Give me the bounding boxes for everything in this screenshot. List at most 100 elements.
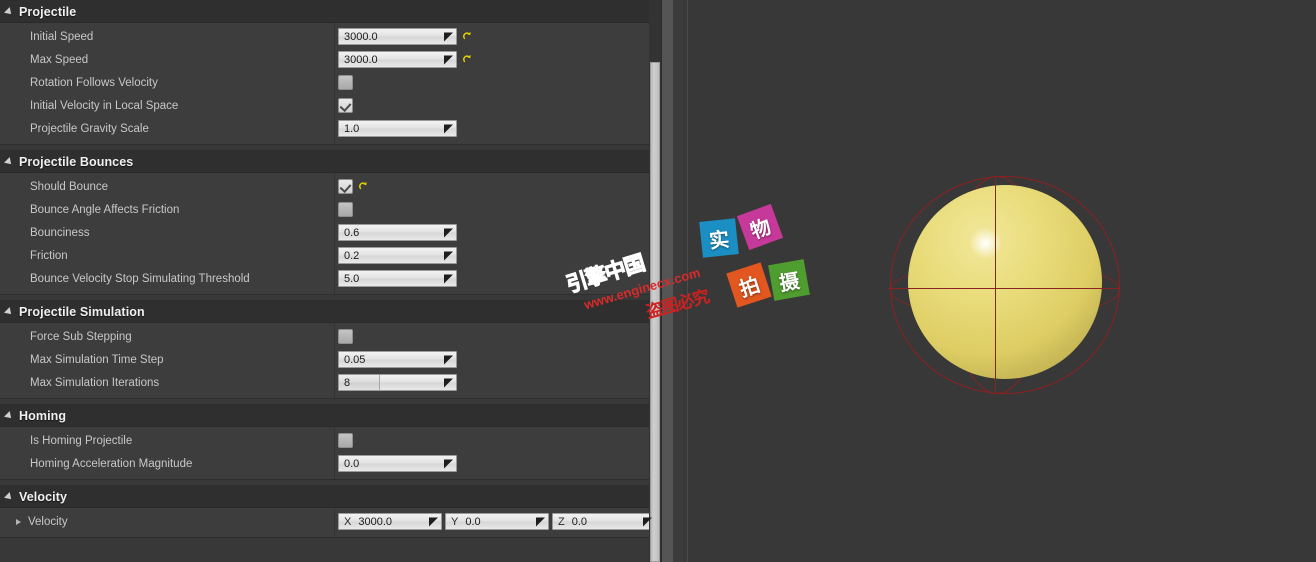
category-header[interactable]: Projectile xyxy=(0,1,660,23)
property-value-cell: 1.0 xyxy=(334,120,660,137)
checkbox-unchecked[interactable] xyxy=(338,329,353,344)
numeric-input[interactable]: 0.6 xyxy=(338,224,457,241)
property-row[interactable]: Projectile Gravity Scale 1.0 xyxy=(0,117,660,140)
spinner-drag-icon[interactable] xyxy=(444,251,453,260)
collapse-arrow-icon[interactable] xyxy=(4,491,14,502)
property-label-text: Should Bounce xyxy=(30,180,109,193)
spinner-drag-icon[interactable] xyxy=(444,459,453,468)
spinner-drag-icon[interactable] xyxy=(444,274,453,283)
reset-to-default-icon[interactable] xyxy=(461,31,472,43)
numeric-input[interactable]: 3000.0 xyxy=(338,28,457,45)
property-row[interactable]: Bounce Angle Affects Friction xyxy=(0,198,660,221)
property-category: Homing Is Homing Projectile Homing Acceler… xyxy=(0,404,660,480)
spinner-drag-icon[interactable] xyxy=(643,517,652,526)
spinner-drag-icon[interactable] xyxy=(444,124,453,133)
property-row[interactable]: Velocity X 3000.0 Y 0.0 Z 0.0 xyxy=(0,510,660,533)
category-body: Initial Speed 3000.0 Max Speed 3000.0 Rotati… xyxy=(0,23,660,144)
property-label-text: Velocity xyxy=(28,515,68,528)
property-value-cell xyxy=(334,179,660,194)
property-value-cell xyxy=(334,75,660,90)
vector-component-x[interactable]: X 3000.0 xyxy=(338,513,442,530)
property-row[interactable]: Initial Velocity in Local Space xyxy=(0,94,660,117)
property-row[interactable]: Is Homing Projectile xyxy=(0,429,660,452)
collapse-arrow-icon[interactable] xyxy=(4,156,14,167)
property-value-cell xyxy=(334,329,660,344)
numeric-input-value: 3000.0 xyxy=(344,30,378,43)
property-row[interactable]: Max Simulation Time Step 0.05 xyxy=(0,348,660,371)
property-row[interactable]: Initial Speed 3000.0 xyxy=(0,25,660,48)
watermark-tile-2: 拍 xyxy=(726,262,772,308)
property-label: Friction xyxy=(0,250,334,262)
property-label: Initial Speed xyxy=(0,31,334,43)
category-header[interactable]: Velocity xyxy=(0,486,660,508)
numeric-input-value: 0.05 xyxy=(344,353,366,366)
spinner-drag-icon[interactable] xyxy=(444,32,453,41)
app-root: Projectile Initial Speed 3000.0 Max Speed 30… xyxy=(0,0,1316,562)
vector-component-y[interactable]: Y 0.0 xyxy=(445,513,549,530)
numeric-input[interactable]: 0.2 xyxy=(338,247,457,264)
category-header[interactable]: Projectile Bounces xyxy=(0,151,660,173)
property-label-text: Bounce Angle Affects Friction xyxy=(30,203,180,216)
property-label-text: Force Sub Stepping xyxy=(30,330,132,343)
numeric-input-value: 0.6 xyxy=(344,226,360,239)
category-body: Is Homing Projectile Homing Acceleration … xyxy=(0,427,660,479)
category-title: Velocity xyxy=(19,489,68,504)
property-label: Force Sub Stepping xyxy=(0,331,334,343)
property-label-text: Projectile Gravity Scale xyxy=(30,122,149,135)
vector-component-z[interactable]: Z 0.0 xyxy=(552,513,656,530)
checkbox-checked[interactable] xyxy=(338,98,353,113)
spinner-drag-icon[interactable] xyxy=(444,55,453,64)
numeric-input-value: 5.0 xyxy=(344,272,360,285)
collision-axis-horizontal xyxy=(888,288,1120,289)
property-row[interactable]: Friction 0.2 xyxy=(0,244,660,267)
property-row[interactable]: Rotation Follows Velocity xyxy=(0,71,660,94)
category-title: Projectile Bounces xyxy=(19,154,134,169)
property-row[interactable]: Bounciness 0.6 xyxy=(0,221,660,244)
expand-arrow-icon[interactable] xyxy=(16,518,21,525)
numeric-input[interactable]: 8 xyxy=(338,374,457,391)
property-label-text: Is Homing Projectile xyxy=(30,434,133,447)
property-value-cell xyxy=(334,433,660,448)
vector-axis-label: Y xyxy=(451,515,459,528)
watermark-tile-3: 摄 xyxy=(768,259,810,301)
collapse-arrow-icon[interactable] xyxy=(4,410,14,421)
numeric-input[interactable]: 0.05 xyxy=(338,351,457,368)
category-header[interactable]: Projectile Simulation xyxy=(0,301,660,323)
numeric-input[interactable]: 1.0 xyxy=(338,120,457,137)
spinner-drag-icon[interactable] xyxy=(429,517,438,526)
vector-axis-label: Z xyxy=(558,515,565,528)
spinner-drag-icon[interactable] xyxy=(536,517,545,526)
properties-scroll-area[interactable]: Projectile Initial Speed 3000.0 Max Speed 30… xyxy=(0,0,660,562)
property-category: Projectile Bounces Should Bounce Bounce An… xyxy=(0,150,660,295)
spinner-drag-icon[interactable] xyxy=(444,355,453,364)
vector-component-value: 0.0 xyxy=(571,515,588,528)
spinner-drag-icon[interactable] xyxy=(444,378,453,387)
checkbox-unchecked[interactable] xyxy=(338,202,353,217)
reset-to-default-icon[interactable] xyxy=(461,54,472,66)
property-row[interactable]: Max Speed 3000.0 xyxy=(0,48,660,71)
property-row[interactable]: Force Sub Stepping xyxy=(0,325,660,348)
property-row[interactable]: Homing Acceleration Magnitude 0.0 xyxy=(0,452,660,475)
numeric-input[interactable]: 3000.0 xyxy=(338,51,457,68)
category-header[interactable]: Homing xyxy=(0,405,660,427)
property-row[interactable]: Max Simulation Iterations 8 xyxy=(0,371,660,394)
numeric-input[interactable]: 5.0 xyxy=(338,270,457,287)
checkbox-checked[interactable] xyxy=(338,179,353,194)
checkbox-unchecked[interactable] xyxy=(338,433,353,448)
3d-viewport[interactable]: 实 物 拍 摄 xyxy=(683,0,1316,562)
sphere-mesh[interactable] xyxy=(908,185,1102,379)
property-category-list: Projectile Initial Speed 3000.0 Max Speed 30… xyxy=(0,0,660,538)
spinner-drag-icon[interactable] xyxy=(444,228,453,237)
collapse-arrow-icon[interactable] xyxy=(4,306,14,317)
property-label-text: Max Simulation Iterations xyxy=(30,376,160,389)
watermark-tile-1: 物 xyxy=(736,203,784,251)
property-row[interactable]: Bounce Velocity Stop Simulating Threshol… xyxy=(0,267,660,290)
numeric-input[interactable]: 0.0 xyxy=(338,455,457,472)
checkbox-unchecked[interactable] xyxy=(338,75,353,90)
property-value-cell: 8 xyxy=(334,374,660,391)
property-label: Velocity xyxy=(0,516,334,528)
property-label-text: Initial Velocity in Local Space xyxy=(30,99,179,112)
reset-to-default-icon[interactable] xyxy=(357,181,368,193)
collapse-arrow-icon[interactable] xyxy=(4,6,14,17)
property-row[interactable]: Should Bounce xyxy=(0,175,660,198)
